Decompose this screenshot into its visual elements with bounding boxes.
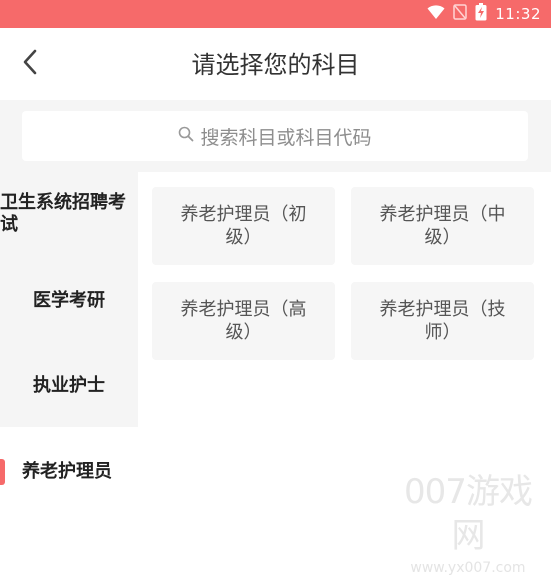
subject-grid: 养老护理员（初级） 养老护理员（中级） 养老护理员（高级） 养老护理员（技师） [138, 172, 551, 427]
sidebar-item-licensed-nurse[interactable]: 执业护士 [0, 373, 138, 399]
search-icon [178, 126, 194, 146]
category-sidebar: 卫生系统招聘考试 医学考研 执业护士 [0, 172, 138, 427]
accent-bar [0, 459, 5, 485]
header: 请选择您的科目 [0, 28, 551, 100]
subject-card-elder-care-technician[interactable]: 养老护理员（技师） [351, 282, 534, 360]
subject-card-elder-care-junior[interactable]: 养老护理员（初级） [152, 187, 335, 265]
battery-charging-icon [475, 3, 487, 25]
search-placeholder: 搜索科目或科目代码 [200, 126, 372, 149]
page-title: 请选择您的科目 [191, 51, 360, 79]
watermark: 007游戏网 www.yx007.com [393, 470, 543, 576]
watermark-url: www.yx007.com [410, 560, 526, 576]
current-category-label: 养老护理员 [22, 461, 112, 482]
sidebar-item-medical-postgrad[interactable]: 医学考研 [0, 288, 138, 314]
status-time: 11:32 [495, 5, 541, 23]
status-icons: 11:32 [427, 3, 541, 25]
watermark-logo-text: 007游戏网 [404, 472, 533, 556]
status-bar: 11:32 [0, 0, 551, 28]
no-signal-icon [453, 4, 468, 24]
search-input[interactable]: 搜索科目或科目代码 [22, 111, 528, 161]
subject-card-elder-care-senior[interactable]: 养老护理员（高级） [152, 282, 335, 360]
sidebar-item-health-recruitment[interactable]: 卫生系统招聘考试 [0, 192, 134, 236]
subject-card-elder-care-intermediate[interactable]: 养老护理员（中级） [351, 187, 534, 265]
wifi-icon [427, 4, 445, 24]
search-area: 搜索科目或科目代码 [0, 100, 551, 172]
